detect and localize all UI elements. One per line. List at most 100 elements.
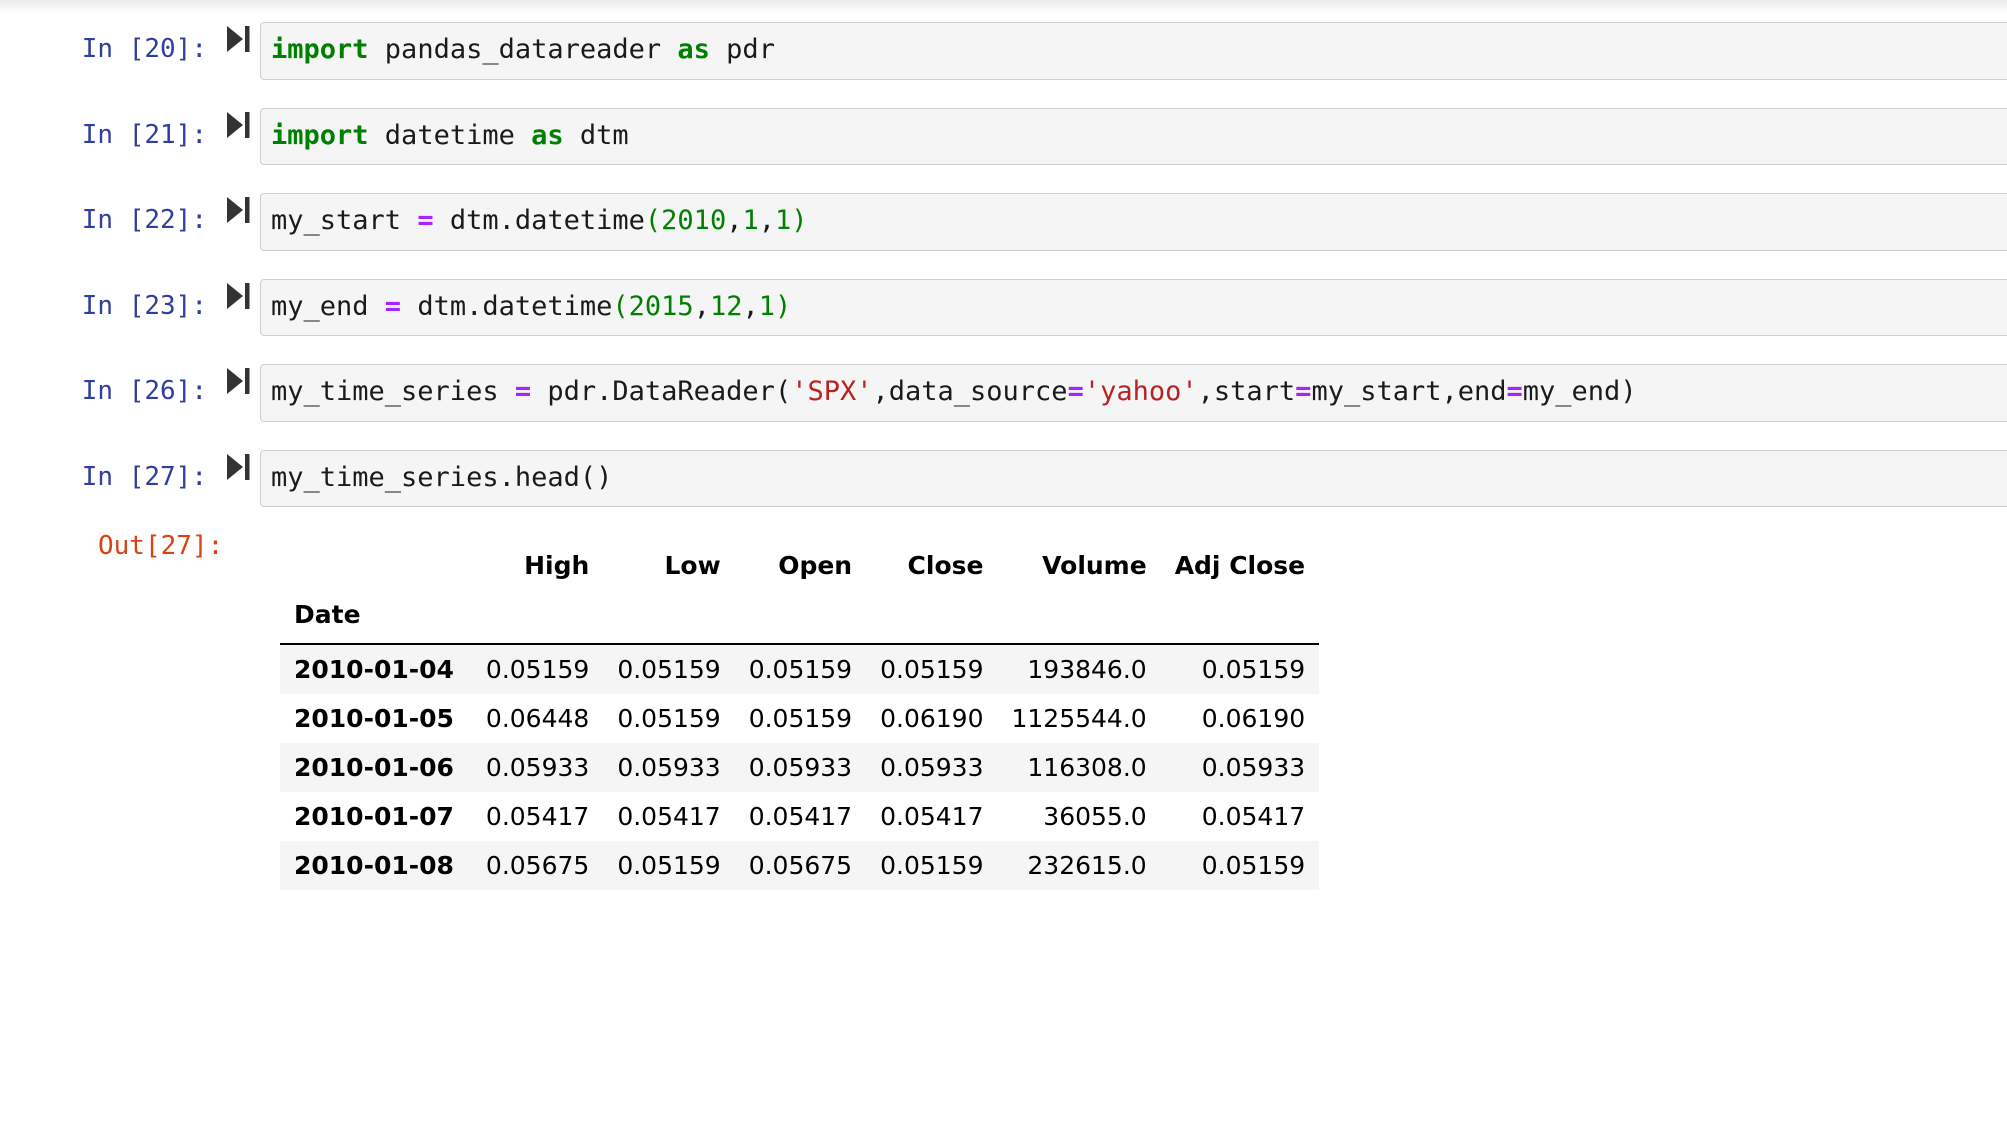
output-prompt: Out[27]:: [98, 531, 224, 562]
table-cell: 0.05417: [1160, 792, 1320, 842]
run-cell-icon[interactable]: [215, 22, 260, 54]
code-token: my_time_series: [271, 376, 515, 408]
code-token: dtm: [563, 119, 629, 151]
column-header: Open: [734, 541, 867, 587]
code-token: =: [384, 290, 402, 322]
table-cell: 0.05159: [734, 694, 867, 744]
code-token: my_start,end: [1311, 376, 1507, 408]
output-area: Out[27]: High Low Open Close Volume Adj Close…: [0, 531, 2007, 891]
code-token: 1: [742, 205, 759, 237]
run-cell-icon[interactable]: [215, 450, 260, 482]
code-token: ): [775, 290, 792, 322]
code-token: dtm.datetime: [433, 205, 645, 237]
code-token: my_time_series.head(): [271, 461, 613, 493]
index-row-spacer: [1160, 586, 1320, 646]
code-token: =: [1295, 376, 1312, 408]
run-cell-icon[interactable]: [215, 279, 260, 311]
table-cell: 36055.0: [997, 792, 1161, 842]
index-row-spacer: [471, 586, 604, 646]
table-row: 2010-01-05 0.06448 0.05159 0.05159 0.06190 11…: [280, 694, 1320, 744]
code-cell[interactable]: In [27]: my_time_series.head(): [0, 449, 2007, 508]
code-token: 2010: [661, 205, 727, 237]
code-cell[interactable]: In [22]: my_start = dtm.datetime(2010,1,1…: [0, 193, 2007, 251]
table-cell: 1125544.0: [997, 694, 1161, 744]
run-cell-icon[interactable]: [215, 108, 260, 140]
table-cell: 0.05417: [866, 792, 998, 842]
index-row-spacer: [997, 586, 1161, 646]
table-cell: 0.06190: [866, 694, 998, 744]
code-token: dtm.datetime: [401, 290, 613, 322]
table-cell: 0.05417: [603, 792, 735, 842]
dataframe-table: High Low Open Close Volume Adj Close Date 2010…: [280, 541, 1320, 891]
column-header: Volume: [997, 541, 1161, 587]
row-index: 2010-01-08: [280, 841, 472, 891]
code-token: 'yahoo': [1083, 376, 1198, 408]
code-token: my_end: [271, 290, 385, 322]
code-editor[interactable]: my_time_series = pdr.DataReader('SPX',da…: [260, 364, 2007, 422]
table-cell: 232615.0: [997, 841, 1161, 891]
input-prompt: In [21]:: [81, 119, 207, 150]
code-token: 2015: [628, 290, 694, 322]
table-cell: 0.05159: [471, 644, 604, 695]
table-cell: 0.05159: [1160, 841, 1320, 891]
code-token: pandas_datareader: [368, 34, 678, 65]
table-cell: 0.05933: [734, 743, 867, 793]
run-cell-icon[interactable]: [215, 193, 260, 225]
index-row-spacer: [734, 586, 867, 646]
row-index: 2010-01-05: [280, 694, 472, 744]
code-token: 'SPX': [791, 376, 873, 408]
row-index: 2010-01-07: [280, 792, 472, 842]
code-token: as: [531, 119, 564, 151]
table-cell: 116308.0: [997, 743, 1161, 793]
code-token: 1: [758, 290, 775, 322]
table-cell: 0.06190: [1160, 694, 1320, 744]
run-cell-icon[interactable]: [215, 364, 260, 396]
code-editor[interactable]: my_end = dtm.datetime(2015,12,1): [260, 278, 2007, 337]
table-cell: 0.05675: [734, 841, 867, 891]
index-name-header: Date: [280, 586, 472, 646]
code-token: my_start: [271, 205, 418, 237]
code-token: my_end): [1522, 376, 1637, 408]
code-cell[interactable]: In [23]: my_end = dtm.datetime(2015,12,1): [0, 278, 2007, 337]
code-editor[interactable]: my_time_series.head(): [260, 449, 2007, 508]
code-editor[interactable]: import datetime as dtm: [260, 107, 2007, 166]
table-cell: 0.05159: [603, 841, 735, 891]
code-token: 1: [775, 205, 792, 237]
input-prompt: In [26]:: [81, 376, 207, 407]
code-token: (: [644, 205, 662, 237]
table-cell: 0.06448: [471, 694, 604, 744]
index-row-spacer: [603, 586, 735, 646]
table-cell: 0.05159: [866, 644, 998, 695]
code-token: 12: [709, 290, 743, 322]
code-token: (: [612, 290, 629, 322]
code-editor[interactable]: my_start = dtm.datetime(2010,1,1): [260, 193, 2007, 251]
table-corner: [280, 541, 472, 587]
table-row: 2010-01-07 0.05417 0.05417 0.05417 0.05417 36…: [280, 792, 1320, 842]
code-token: =: [417, 205, 434, 237]
row-index: 2010-01-04: [280, 644, 472, 695]
table-cell: 0.05933: [471, 743, 604, 793]
code-cell[interactable]: In [21]: import datetime as dtm: [0, 107, 2007, 166]
code-editor[interactable]: import pandas_datareader as pdr: [260, 22, 2007, 80]
table-cell: 0.05159: [603, 694, 735, 744]
input-prompt: In [27]:: [81, 461, 207, 492]
table-row: 2010-01-08 0.05675 0.05159 0.05675 0.05159 23…: [280, 841, 1320, 891]
input-prompt: In [23]:: [81, 290, 207, 321]
code-token: ,data_source: [872, 376, 1068, 408]
table-cell: 0.05159: [1160, 644, 1320, 695]
code-token: as: [677, 34, 710, 65]
code-token: =: [514, 376, 532, 408]
code-token: ,: [742, 290, 759, 322]
code-token: =: [1506, 376, 1523, 408]
code-token: datetime: [368, 119, 532, 151]
table-cell: 193846.0: [997, 644, 1161, 695]
code-token: ,: [726, 205, 743, 237]
code-cell[interactable]: In [20]: import pandas_datareader as pdr: [0, 22, 2007, 80]
column-header: Close: [866, 541, 998, 587]
column-header: Low: [603, 541, 735, 587]
code-token: pdr: [709, 34, 775, 65]
table-row: 2010-01-06 0.05933 0.05933 0.05933 0.05933 11…: [280, 743, 1320, 793]
code-token: import: [271, 119, 369, 151]
table-cell: 0.05675: [471, 841, 604, 891]
code-cell[interactable]: In [26]: my_time_series = pdr.DataReader(…: [0, 364, 2007, 422]
